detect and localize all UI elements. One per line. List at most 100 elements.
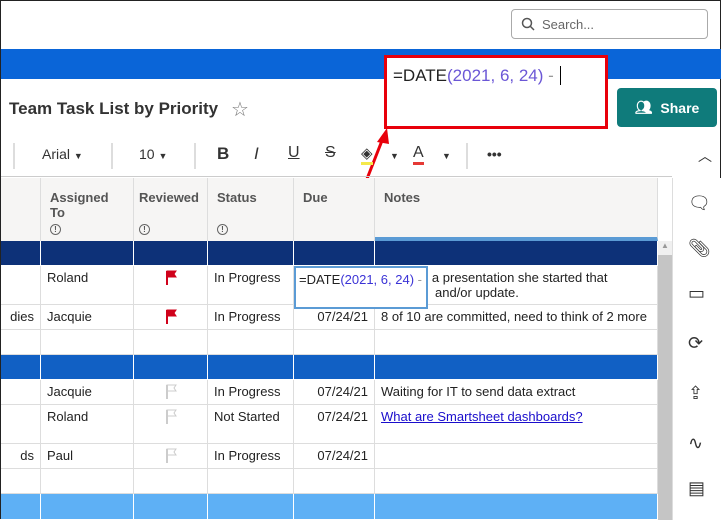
table-cell[interactable]: dies <box>1 305 41 330</box>
notes-link[interactable]: What are Smartsheet dashboards? <box>381 409 583 424</box>
divider <box>13 143 15 169</box>
star-icon[interactable]: ☆ <box>231 97 249 122</box>
group-row-cell[interactable] <box>208 241 294 266</box>
table-cell[interactable]: Roland <box>41 266 134 305</box>
empty-cell[interactable] <box>134 469 208 494</box>
table-cell[interactable]: Jacquie <box>41 305 134 330</box>
attachment-icon[interactable]: 📎︎ <box>688 238 711 259</box>
column-header-due[interactable]: Due <box>294 178 375 241</box>
empty-cell[interactable] <box>294 330 375 355</box>
flag-icon[interactable] <box>165 409 177 425</box>
table-cell[interactable] <box>1 380 41 405</box>
table-cell[interactable]: 07/24/21 <box>294 444 375 469</box>
table-cell[interactable]: Jacquie <box>41 380 134 405</box>
editor-args: (2021, 6, 24) <box>340 272 415 287</box>
group-row-cell[interactable] <box>294 241 375 266</box>
table-cell[interactable]: 07/24/21 <box>294 380 375 405</box>
group-row-cell[interactable] <box>134 355 208 380</box>
empty-cell[interactable] <box>294 469 375 494</box>
table-cell[interactable]: ds <box>1 444 41 469</box>
table-cell[interactable] <box>134 405 208 444</box>
empty-cell[interactable] <box>1 469 41 494</box>
table-cell[interactable] <box>375 444 658 469</box>
group-row-cell[interactable] <box>375 355 658 380</box>
info-icon: ! <box>50 224 61 235</box>
collapse-icon[interactable]: ︿ <box>698 146 712 166</box>
font-size-dropdown[interactable]: 10 ▼ <box>139 146 167 162</box>
group-row-cell[interactable] <box>41 494 134 520</box>
status-value: In Progress <box>214 448 281 463</box>
cell-editor[interactable]: =DATE(2021, 6, 24) - <box>294 266 428 309</box>
due-value: 07/24/21 <box>317 448 368 463</box>
table-cell[interactable]: Waiting for IT to send data extract <box>375 380 658 405</box>
group-row-cell[interactable] <box>134 241 208 266</box>
empty-cell[interactable] <box>1 330 41 355</box>
group-row-cell[interactable] <box>41 355 134 380</box>
table-cell[interactable]: Roland <box>41 405 134 444</box>
column-header-notes[interactable]: Notes <box>375 178 658 241</box>
column-header-assigned[interactable]: Assigned To! <box>41 178 134 241</box>
bold-icon[interactable]: B <box>217 144 229 164</box>
empty-cell[interactable] <box>41 469 134 494</box>
summary-icon[interactable]: ▤ <box>688 478 705 499</box>
group-row-cell[interactable] <box>294 355 375 380</box>
empty-cell[interactable] <box>208 469 294 494</box>
group-row-cell[interactable] <box>1 355 41 380</box>
group-row-cell[interactable] <box>294 494 375 520</box>
column-header-reviewed[interactable]: Reviewed! <box>134 178 208 241</box>
table-cell[interactable]: In Progress <box>208 266 294 305</box>
empty-cell[interactable] <box>134 330 208 355</box>
table-cell[interactable]: What are Smartsheet dashboards? <box>375 405 658 444</box>
empty-cell[interactable] <box>41 330 134 355</box>
update-requests-icon[interactable]: ⟳ <box>688 333 703 354</box>
table-cell[interactable]: Paul <box>41 444 134 469</box>
activity-icon[interactable]: ∿ <box>688 433 703 454</box>
comment-icon[interactable]: 🗨︎ <box>688 193 711 214</box>
table-cell[interactable] <box>134 266 208 305</box>
search-icon <box>521 17 535 31</box>
chevron-down-icon[interactable]: ▼ <box>390 151 399 161</box>
font-dropdown[interactable]: Arial ▼ <box>42 146 83 162</box>
table-cell[interactable] <box>134 305 208 330</box>
column-header-primary[interactable] <box>1 178 41 241</box>
group-row-cell[interactable] <box>375 241 658 266</box>
flag-icon[interactable] <box>165 270 177 286</box>
flag-icon[interactable] <box>165 309 177 325</box>
share-button[interactable]: 👥︎ Share <box>617 88 717 127</box>
flag-icon[interactable] <box>165 448 177 464</box>
underline-icon[interactable]: U <box>288 144 300 162</box>
group-row-cell[interactable] <box>208 355 294 380</box>
formula-callout[interactable]: =DATE(2021, 6, 24) - <box>384 55 608 129</box>
publish-icon[interactable]: ⇪ <box>688 383 703 404</box>
empty-cell[interactable] <box>208 330 294 355</box>
text-color-icon[interactable]: A <box>413 144 424 165</box>
fill-color-icon[interactable]: ◈ <box>361 144 373 165</box>
group-row-cell[interactable] <box>208 494 294 520</box>
empty-cell[interactable] <box>375 469 658 494</box>
group-row-cell[interactable] <box>41 241 134 266</box>
search-input[interactable]: Search... <box>511 9 708 39</box>
empty-cell[interactable] <box>375 330 658 355</box>
table-cell[interactable] <box>1 266 41 305</box>
chevron-down-icon[interactable]: ▼ <box>442 151 451 161</box>
table-cell[interactable] <box>134 444 208 469</box>
table-cell[interactable]: In Progress <box>208 380 294 405</box>
column-header-status[interactable]: Status! <box>208 178 294 241</box>
divider <box>194 143 196 169</box>
table-cell[interactable]: Not Started <box>208 405 294 444</box>
italic-icon[interactable]: I <box>254 144 259 164</box>
group-row-cell[interactable] <box>1 241 41 266</box>
table-cell[interactable]: 07/24/21 <box>294 405 375 444</box>
group-row-cell[interactable] <box>134 494 208 520</box>
table-cell[interactable] <box>134 380 208 405</box>
table-cell[interactable]: In Progress <box>208 444 294 469</box>
group-row-cell[interactable] <box>1 494 41 520</box>
proofs-icon[interactable]: ▭ <box>688 283 705 304</box>
strikethrough-icon[interactable]: S <box>325 144 336 162</box>
table-cell[interactable] <box>1 405 41 444</box>
vertical-scrollbar[interactable]: ▲ <box>658 241 672 520</box>
group-row-cell[interactable] <box>375 494 658 520</box>
flag-icon[interactable] <box>165 384 177 400</box>
more-icon[interactable]: ••• <box>487 146 502 162</box>
table-cell[interactable]: In Progress <box>208 305 294 330</box>
